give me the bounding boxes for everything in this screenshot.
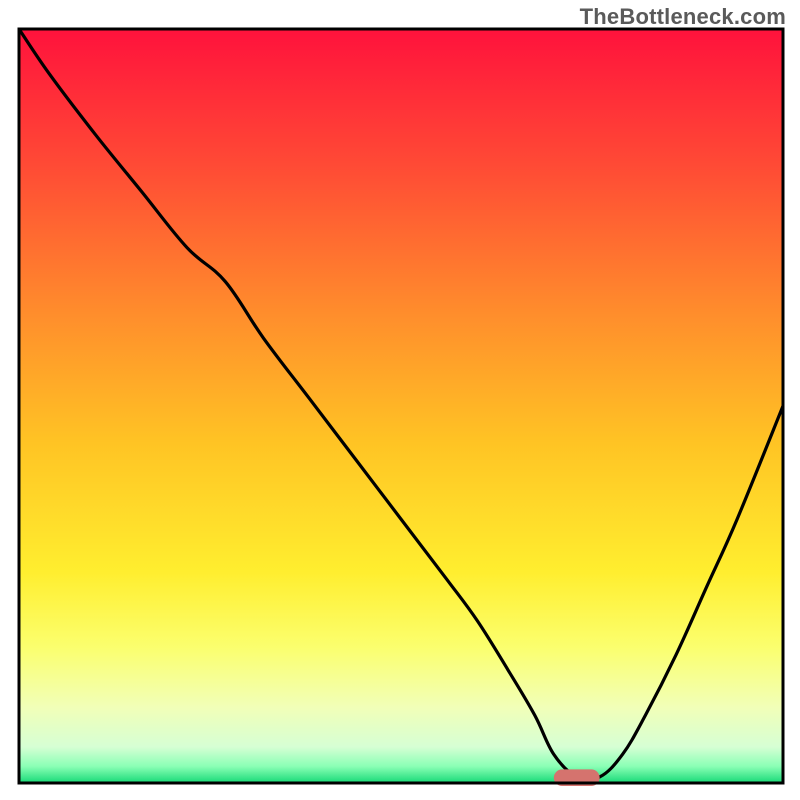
chart-frame: TheBottleneck.com	[0, 0, 800, 800]
watermark-text: TheBottleneck.com	[580, 4, 786, 30]
bottleneck-chart	[0, 0, 800, 800]
